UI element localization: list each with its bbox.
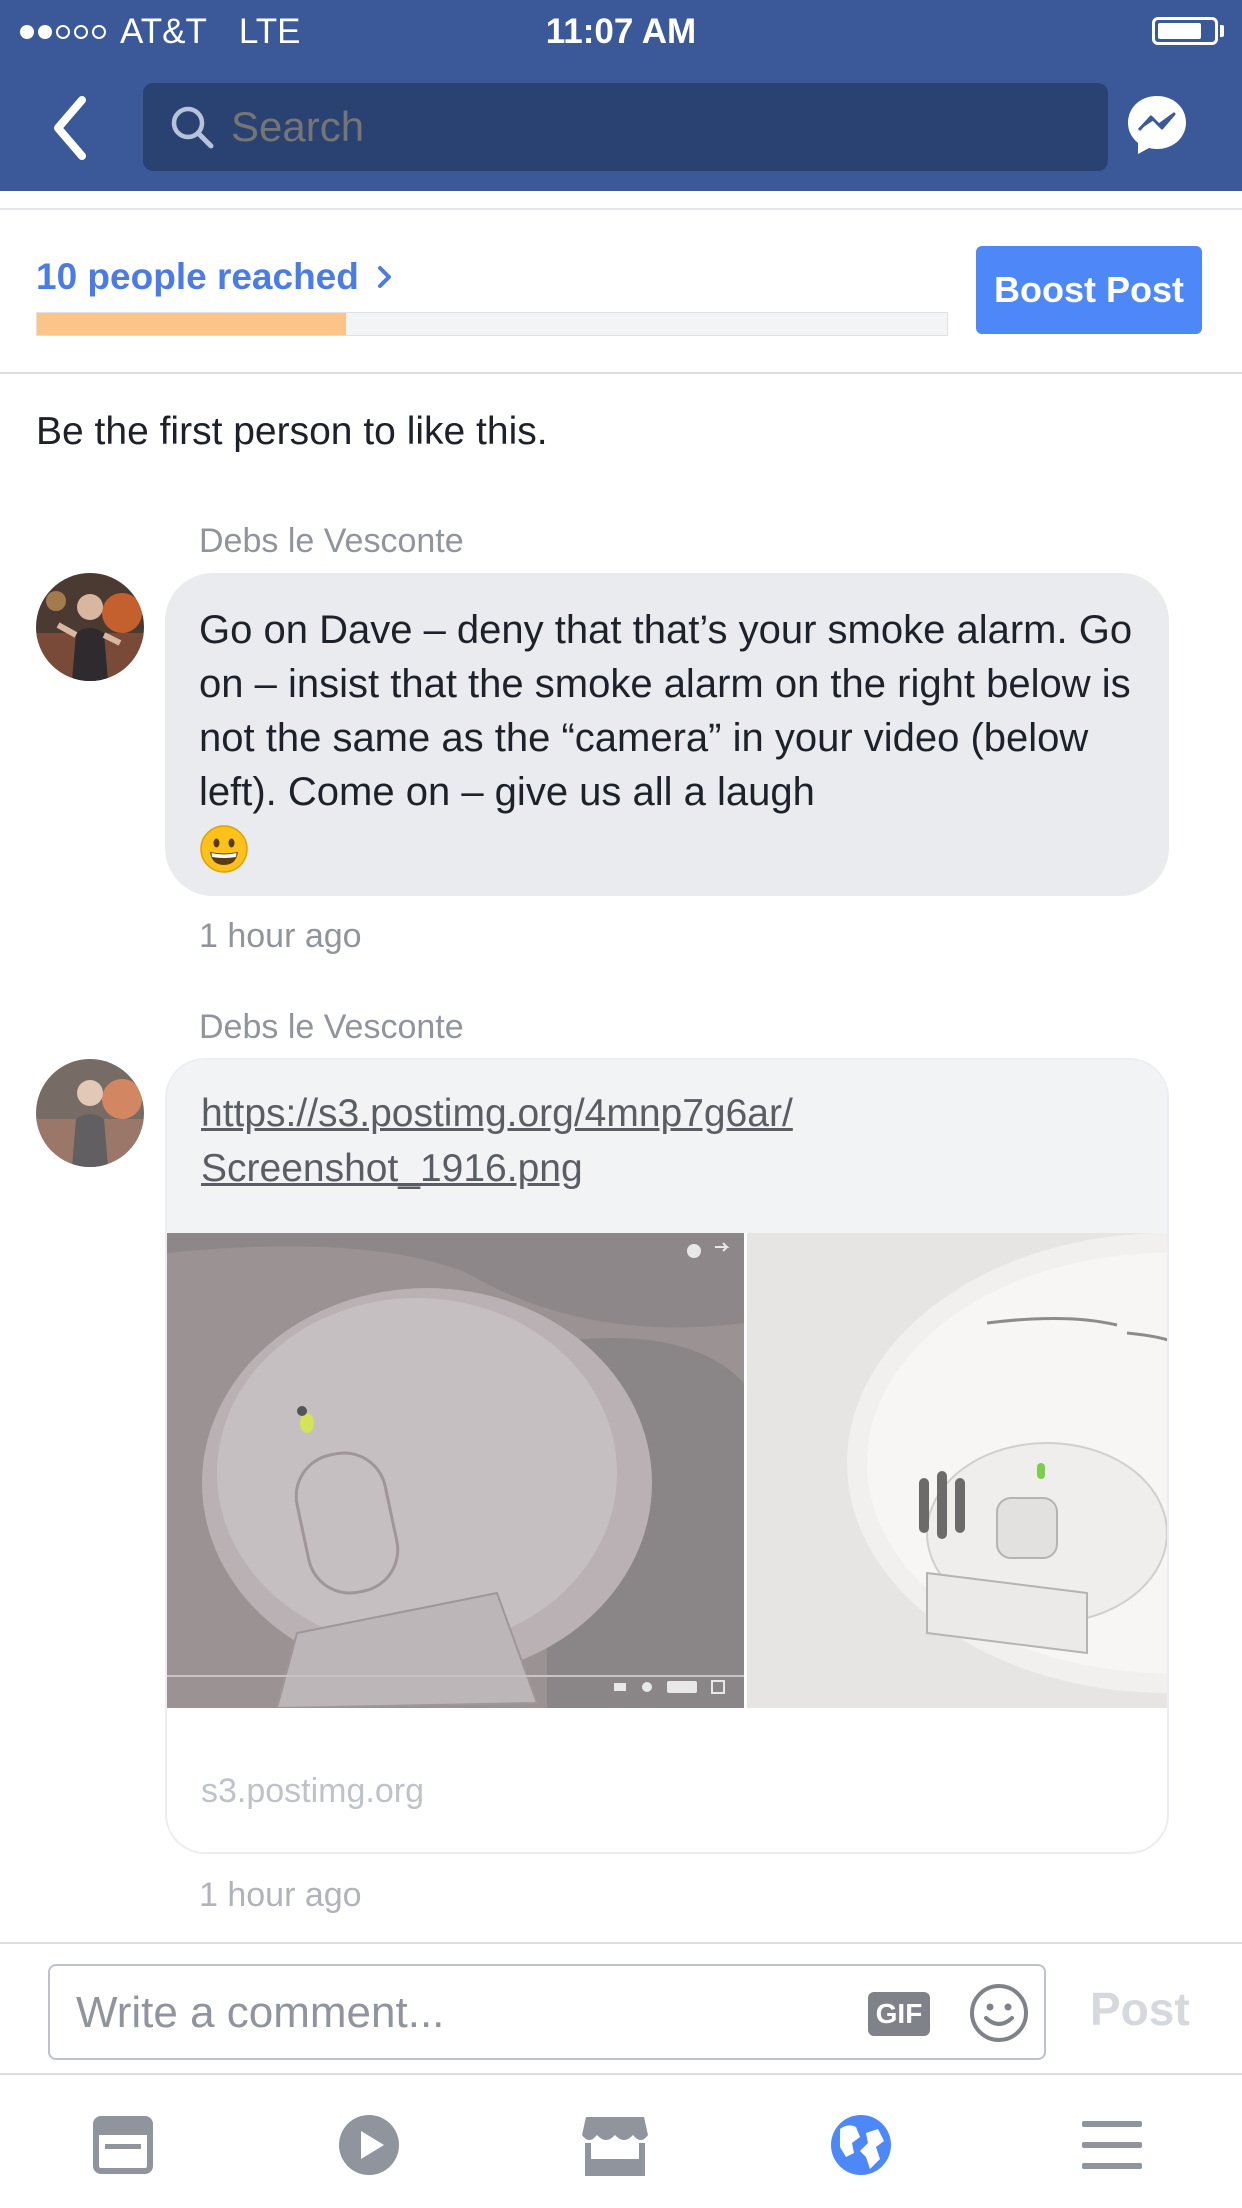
messenger-icon bbox=[1128, 96, 1186, 154]
people-reached-link[interactable]: 10 people reached bbox=[36, 256, 395, 298]
status-time: 11:07 AM bbox=[545, 12, 697, 51]
emoji-picker-icon[interactable] bbox=[968, 1982, 1030, 2044]
battery-tip bbox=[1220, 25, 1224, 37]
back-button[interactable] bbox=[44, 88, 104, 168]
comment-text: Go on Dave – deny that that’s your smoke… bbox=[199, 608, 1133, 814]
search-input[interactable] bbox=[229, 102, 1033, 152]
avatar[interactable] bbox=[36, 1059, 144, 1167]
post-comment-button[interactable]: Post bbox=[1090, 1982, 1190, 2036]
avatar-image bbox=[36, 1059, 144, 1167]
avatar[interactable] bbox=[36, 573, 144, 681]
post-insights-section: 10 people reached Boost Post bbox=[0, 208, 1242, 374]
bottom-tab-bar bbox=[0, 2075, 1242, 2208]
menu-icon[interactable] bbox=[1078, 2113, 1148, 2177]
comment-composer: GIF Post bbox=[0, 1942, 1242, 2075]
news-feed-icon[interactable] bbox=[88, 2113, 158, 2177]
link-line-2: Screenshot_1916.png bbox=[201, 1147, 583, 1190]
comment-box[interactable]: GIF bbox=[48, 1964, 1046, 2060]
notifications-globe-icon[interactable] bbox=[826, 2113, 896, 2177]
boost-post-button[interactable]: Boost Post bbox=[976, 246, 1202, 334]
comment-timestamp: 1 hour ago bbox=[199, 1876, 362, 1914]
likes-summary: Be the first person to like this. bbox=[36, 410, 548, 453]
link-preview-image[interactable] bbox=[167, 1233, 1169, 1708]
marketplace-icon[interactable] bbox=[580, 2113, 650, 2177]
link-domain: s3.postimg.org bbox=[201, 1772, 424, 1810]
comment-author[interactable]: Debs le Vesconte bbox=[199, 1008, 464, 1047]
avatar-image bbox=[36, 573, 144, 681]
reach-progress-fill bbox=[37, 313, 347, 335]
comment-timestamp: 1 hour ago bbox=[199, 917, 362, 955]
link-line-1: https://s3.postimg.org/4mnp7g6ar/ bbox=[201, 1092, 793, 1135]
messenger-button[interactable] bbox=[1124, 92, 1190, 158]
comment-input[interactable] bbox=[74, 1984, 858, 2042]
search-icon bbox=[171, 106, 214, 149]
comment-author[interactable]: Debs le Vesconte bbox=[199, 522, 464, 561]
comment-text-block: Go on Dave – deny that that’s your smoke… bbox=[199, 603, 1169, 874]
video-icon[interactable] bbox=[334, 2113, 404, 2177]
battery-icon bbox=[1152, 17, 1218, 45]
gif-button[interactable]: GIF bbox=[868, 1992, 930, 2036]
comment-link[interactable]: https://s3.postimg.org/4mnp7g6ar/ Screen… bbox=[201, 1086, 1101, 1196]
chevron-right-icon bbox=[377, 266, 391, 288]
reach-progress-bar bbox=[36, 312, 948, 336]
people-reached-label: 10 people reached bbox=[36, 256, 359, 297]
grinning-face-emoji bbox=[200, 825, 248, 874]
link-preview-card[interactable]: https://s3.postimg.org/4mnp7g6ar/ Screen… bbox=[165, 1058, 1169, 1854]
search-bar[interactable] bbox=[143, 83, 1108, 171]
chevron-left-icon bbox=[54, 96, 86, 160]
